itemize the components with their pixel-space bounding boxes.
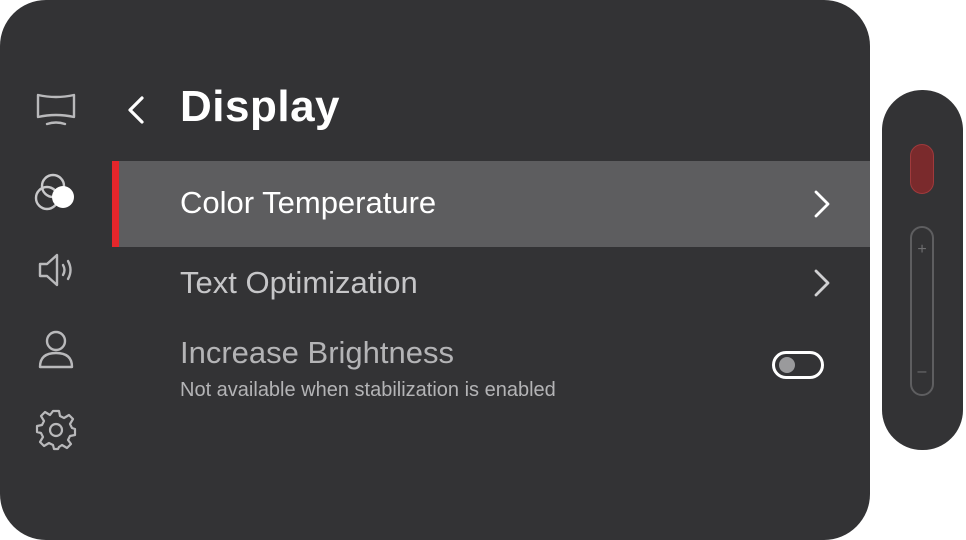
- menu-item-text-optimization[interactable]: Text Optimization: [112, 247, 870, 319]
- settings-panel: Display Color Temperature Text Optimizat…: [0, 0, 870, 540]
- menu-item-sublabel: Not available when stabilization is enab…: [180, 379, 556, 401]
- sidebar-item-sound[interactable]: [32, 246, 80, 294]
- chevron-right-icon: [810, 265, 834, 301]
- toggle-knob: [779, 357, 795, 373]
- record-button[interactable]: [910, 144, 934, 194]
- sidebar-item-settings[interactable]: [32, 406, 80, 454]
- chevron-right-icon: [810, 186, 834, 222]
- menu-item-color-temperature[interactable]: Color Temperature: [112, 161, 870, 247]
- selection-indicator: [112, 161, 119, 247]
- menu-item-increase-brightness[interactable]: Increase Brightness Not available when s…: [112, 319, 870, 419]
- back-button[interactable]: [118, 90, 154, 130]
- sidebar-item-display[interactable]: [32, 86, 80, 134]
- brightness-toggle[interactable]: [772, 351, 824, 379]
- page-title: Display: [180, 82, 341, 131]
- chevron-left-icon: [128, 96, 144, 124]
- user-icon: [38, 330, 74, 369]
- zoom-slider[interactable]: + –: [910, 226, 934, 396]
- menu-item-label: Text Optimization: [180, 265, 418, 300]
- menu-item-label: Color Temperature: [180, 185, 437, 220]
- speaker-icon: [38, 253, 72, 287]
- sidebar-item-account[interactable]: [32, 326, 80, 374]
- gear-icon: [35, 409, 77, 451]
- sidebar-item-color[interactable]: [32, 168, 80, 216]
- menu-item-label: Increase Brightness: [180, 335, 454, 370]
- zoom-in-icon: +: [917, 241, 927, 258]
- side-controller: + –: [882, 90, 963, 450]
- monitor-icon: [36, 93, 76, 126]
- color-circles-icon: [34, 173, 74, 211]
- zoom-out-icon: –: [917, 363, 927, 380]
